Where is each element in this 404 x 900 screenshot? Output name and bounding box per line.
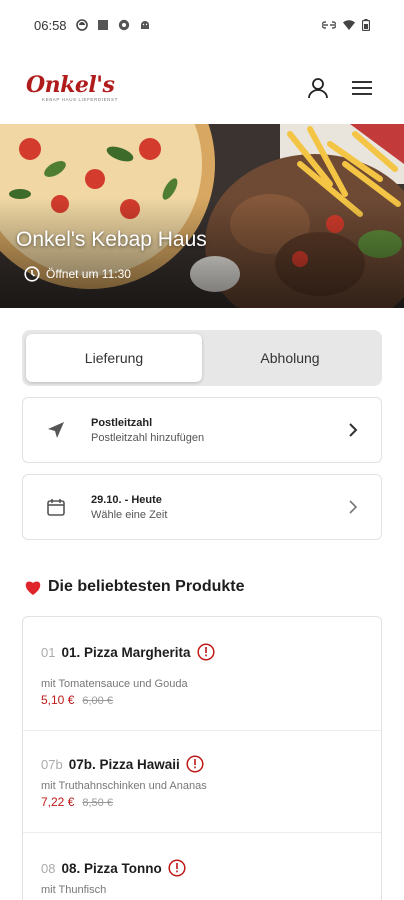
menu-button[interactable]	[350, 76, 374, 100]
product-price: 5,10 €	[41, 693, 75, 707]
product-number: 07b	[41, 756, 63, 772]
product-description: mit Truthahnschinken und Ananas	[41, 780, 207, 792]
opening-status-text: Öffnet um 11:30	[46, 267, 131, 281]
product-old-price: 8,50 €	[82, 797, 113, 809]
product-description: mit Thunfisch	[41, 884, 107, 896]
product-number: 01	[41, 644, 56, 660]
postal-code-title: Postleitzahl	[91, 416, 153, 429]
choose-time-label: Wähle eine Zeit	[91, 508, 168, 521]
app-header: Onkel's Kebap Haus Lieferdienst	[0, 58, 404, 118]
product-description: mit Tomatensauce und Gouda	[41, 678, 188, 690]
info-icon[interactable]	[186, 755, 204, 773]
account-button[interactable]	[306, 76, 330, 100]
pickup-option[interactable]: Abholung	[202, 334, 378, 382]
hero-banner: Onkel's Kebap Haus Öffnet um 11:30	[0, 124, 404, 308]
chevron-right-icon	[349, 423, 358, 437]
restaurant-name: Onkel's Kebap Haus	[16, 228, 207, 251]
popular-products-title: Die beliebtesten Produkte	[48, 578, 245, 595]
calendar-icon	[47, 499, 65, 516]
order-mode-toggle: Lieferung Abholung	[22, 330, 382, 386]
popular-products-list: 01 01. Pizza Margherita mit Tomatensauce…	[22, 616, 382, 900]
delivery-time-card[interactable]: 29.10. - Heute Wähle eine Zeit	[22, 474, 382, 540]
postal-code-card[interactable]: Postleitzahl Postleitzahl hinzufügen	[22, 397, 382, 463]
hamburger-menu-icon	[352, 81, 372, 95]
delivery-option[interactable]: Lieferung	[26, 334, 202, 382]
info-icon[interactable]	[196, 643, 215, 661]
notification-circle-icon	[75, 19, 88, 31]
logo-text: Onkel's	[26, 71, 115, 98]
chevron-right-icon	[349, 500, 358, 514]
product-item[interactable]: 07b 07b. Pizza Hawaii mit Truthahnschink…	[23, 730, 381, 832]
product-name: 01. Pizza Margherita	[61, 644, 191, 660]
location-arrow-icon	[48, 422, 64, 438]
popular-products-heading: Die beliebtesten Produkte	[24, 578, 245, 596]
postal-code-subtitle: Postleitzahl hinzufügen	[91, 431, 205, 444]
brand-logo[interactable]: Onkel's Kebap Haus Lieferdienst	[26, 74, 118, 103]
gear-app-icon	[118, 19, 129, 31]
heart-icon	[25, 581, 41, 595]
square-app-icon	[97, 20, 108, 30]
android-icon	[140, 21, 149, 29]
product-name: 07b. Pizza Hawaii	[68, 756, 180, 772]
delivery-date: 29.10. - Heute	[91, 493, 162, 506]
info-icon[interactable]	[168, 859, 186, 877]
product-item[interactable]: 08 08. Pizza Tonno mit Thunfisch	[23, 832, 381, 900]
wifi-icon	[343, 20, 355, 30]
clock-icon	[24, 266, 40, 282]
user-icon	[308, 78, 328, 99]
logo-subtext: Kebap Haus Lieferdienst	[42, 96, 118, 102]
link-icon	[322, 21, 336, 29]
battery-icon	[362, 19, 370, 31]
product-name: 08. Pizza Tonno	[61, 860, 162, 876]
opening-status: Öffnet um 11:30	[24, 266, 131, 282]
product-number: 08	[41, 860, 56, 876]
product-price: 7,22 €	[41, 795, 75, 809]
status-bar: 06:58	[0, 0, 404, 50]
product-old-price: 6,00 €	[82, 695, 113, 707]
status-time: 06:58	[34, 17, 67, 33]
